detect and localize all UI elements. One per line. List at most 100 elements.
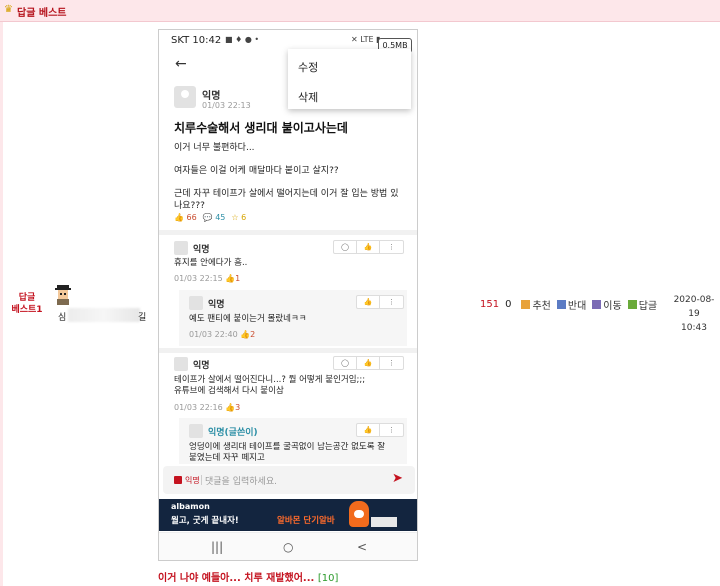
- reply-actions: 👍 ⋮: [356, 295, 404, 309]
- comment-actions: ◯ 👍 ⋮: [333, 356, 404, 370]
- laptop-icon: [371, 517, 397, 527]
- comment-actions: ◯ 👍 ⋮: [333, 240, 404, 254]
- menu-item-edit[interactable]: 수정: [298, 59, 318, 75]
- reply-label: 답글: [638, 301, 658, 312]
- date-value: 2020-08-19: [673, 295, 715, 319]
- reply-text: 엉덩이에 생리대 테이프를 굴곡없이 남는공간 없도록 잘 붙였는데 자꾸 떼지…: [189, 442, 386, 463]
- author-name-start[interactable]: 심: [58, 310, 66, 323]
- status-time: SKT 10:42: [171, 35, 222, 46]
- reply-author: 익명: [208, 300, 225, 310]
- post-author: 익명: [202, 91, 221, 102]
- home-icon[interactable]: ○: [283, 540, 293, 554]
- author-name-blur: [68, 308, 140, 322]
- oppose-label: 반대: [567, 301, 587, 312]
- comment-avatar: [174, 357, 188, 371]
- move-icon: [592, 300, 602, 309]
- like-icon[interactable]: 👍: [357, 296, 380, 308]
- more-icon[interactable]: ⋮: [380, 424, 403, 436]
- related-post-title: 이거 나야 예들아... 치루 재발했어...: [158, 573, 315, 584]
- ad-copy: 월고, 굿게 끝내자!: [171, 516, 239, 526]
- back-icon[interactable]: <: [357, 540, 367, 554]
- comment-text: 테이프가 살에서 떨어진다니...? 뭘 어떻게 붙인거임;;; 유튜브에 검색…: [174, 375, 366, 396]
- reply-avatar: [189, 296, 203, 310]
- comment-input-bar: 익명 댓글을 입력하세요. ➤: [163, 466, 415, 494]
- recommend-label: 추천: [532, 301, 551, 312]
- reply-time-value: 01/03 22:40: [189, 330, 238, 339]
- status-icons: ■ ♦ ● •: [225, 35, 260, 44]
- more-icon[interactable]: ⋮: [380, 296, 403, 308]
- reply-actions: 👍 ⋮: [356, 423, 404, 437]
- comment-avatar: [174, 241, 188, 255]
- reply-author: 익명(글쓴이): [208, 428, 258, 438]
- divider: [159, 230, 417, 235]
- android-nav-bar: ||| ○ <: [159, 532, 417, 560]
- post-stats: 151 0 추천 반대 이동 답글: [480, 297, 657, 312]
- ad-banner[interactable]: albamon 월고, 굿게 끝내자! 알바몬 단기알바: [159, 499, 417, 531]
- post-likes-value: 66: [186, 213, 197, 222]
- move-button[interactable]: 이동: [592, 297, 622, 312]
- anonymous-checkbox[interactable]: [174, 476, 182, 484]
- comment-input[interactable]: 댓글을 입력하세요.: [205, 474, 277, 487]
- post-body-line: 이거 너무 불편하다...: [174, 143, 255, 153]
- fox-mascot-icon: [349, 501, 369, 527]
- comment-time-value: 01/03 22:15: [174, 274, 223, 283]
- ad-brand: albamon: [171, 502, 210, 511]
- divider: [159, 348, 417, 353]
- comment-time: 01/03 22:15 👍1: [174, 274, 240, 283]
- signal-icons: ✕ LTE ▮: [351, 35, 381, 44]
- post-body-line: 여자들은 이걸 어케 매달마다 붙이고 살지??: [174, 166, 339, 176]
- post-avatar: [174, 86, 196, 108]
- related-post-link[interactable]: 이거 나야 예들아... 치루 재발했어... [10]: [158, 569, 338, 584]
- send-icon[interactable]: ➤: [392, 471, 403, 486]
- post-body: 이거 너무 불편하다... 여자들은 이걸 어케 매달마다 붙이고 살지?? 근…: [174, 142, 406, 223]
- like-icon[interactable]: 👍: [357, 241, 380, 253]
- reply-likes: 👍2: [240, 330, 256, 339]
- post-body-line: 근데 자꾸 테이프가 살에서 떨어지는데 이거 잘 입는 방법 있나요???: [174, 189, 399, 211]
- avatar: [55, 285, 71, 305]
- reply-likes-value: 2: [250, 330, 256, 339]
- phone-screenshot: SKT 10:42 ■ ♦ ● • ✕ LTE ▮ 0.5MB ← 수정 삭제 …: [158, 29, 418, 561]
- left-border: [0, 22, 3, 586]
- recommend-icon: [521, 300, 531, 309]
- more-icon[interactable]: ⋮: [380, 357, 403, 369]
- post-comments[interactable]: 💬 45: [203, 213, 226, 222]
- comment-author: 익명: [193, 361, 210, 371]
- post-meta: 👍 66 💬 45 ☆ 6: [174, 213, 246, 222]
- recent-apps-icon[interactable]: |||: [211, 540, 223, 554]
- comment-likes: 👍3: [225, 403, 241, 412]
- recommend-button[interactable]: 추천: [521, 297, 551, 312]
- post-title: 치루수술해서 생리대 붙이고사는데: [174, 121, 348, 135]
- view-count: 151: [480, 299, 500, 310]
- trophy-icon: ♛: [4, 4, 13, 15]
- context-menu: 수정 삭제: [288, 49, 411, 109]
- oppose-icon: [556, 300, 566, 309]
- menu-item-delete[interactable]: 삭제: [298, 89, 318, 105]
- comment-count: 0: [505, 299, 512, 310]
- reply-icon[interactable]: ◯: [334, 357, 357, 369]
- page-title: 답글 베스트: [17, 8, 67, 19]
- oppose-button[interactable]: 반대: [556, 297, 587, 312]
- reply-button[interactable]: 답글: [627, 297, 658, 312]
- reply-icon[interactable]: ◯: [334, 241, 357, 253]
- comment-time: 01/03 22:16 👍3: [174, 403, 240, 412]
- more-icon[interactable]: ⋮: [380, 241, 403, 253]
- post-stars-value: 6: [241, 213, 247, 222]
- page: ♛ 답글 베스트 답글 베스트1 심 길 151 0 추천 반대 이동 답글 2…: [0, 0, 720, 586]
- like-icon[interactable]: 👍: [357, 424, 380, 436]
- back-arrow-icon[interactable]: ←: [175, 56, 187, 72]
- reply-avatar: [189, 424, 203, 438]
- post-comments-value: 45: [215, 213, 226, 222]
- author-name-end[interactable]: 길: [138, 310, 146, 323]
- board-label: 답글 베스트1: [8, 292, 46, 316]
- comment-time-value: 01/03 22:16: [174, 403, 223, 412]
- reply-time: 01/03 22:40 👍2: [189, 330, 255, 339]
- reply-text: 예도 팬티에 붙이는거 몰랐네ㅋㅋ: [189, 314, 307, 324]
- ad-copy-highlight: 알바몬 단기알바: [277, 516, 335, 526]
- post-stars[interactable]: ☆ 6: [231, 213, 246, 222]
- move-label: 이동: [603, 301, 622, 312]
- comment-likes-value: 1: [235, 274, 241, 283]
- related-post-count: [10]: [317, 573, 339, 584]
- anonymous-label: 익명: [185, 476, 200, 485]
- like-icon[interactable]: 👍: [357, 357, 380, 369]
- post-likes[interactable]: 👍 66: [174, 213, 197, 222]
